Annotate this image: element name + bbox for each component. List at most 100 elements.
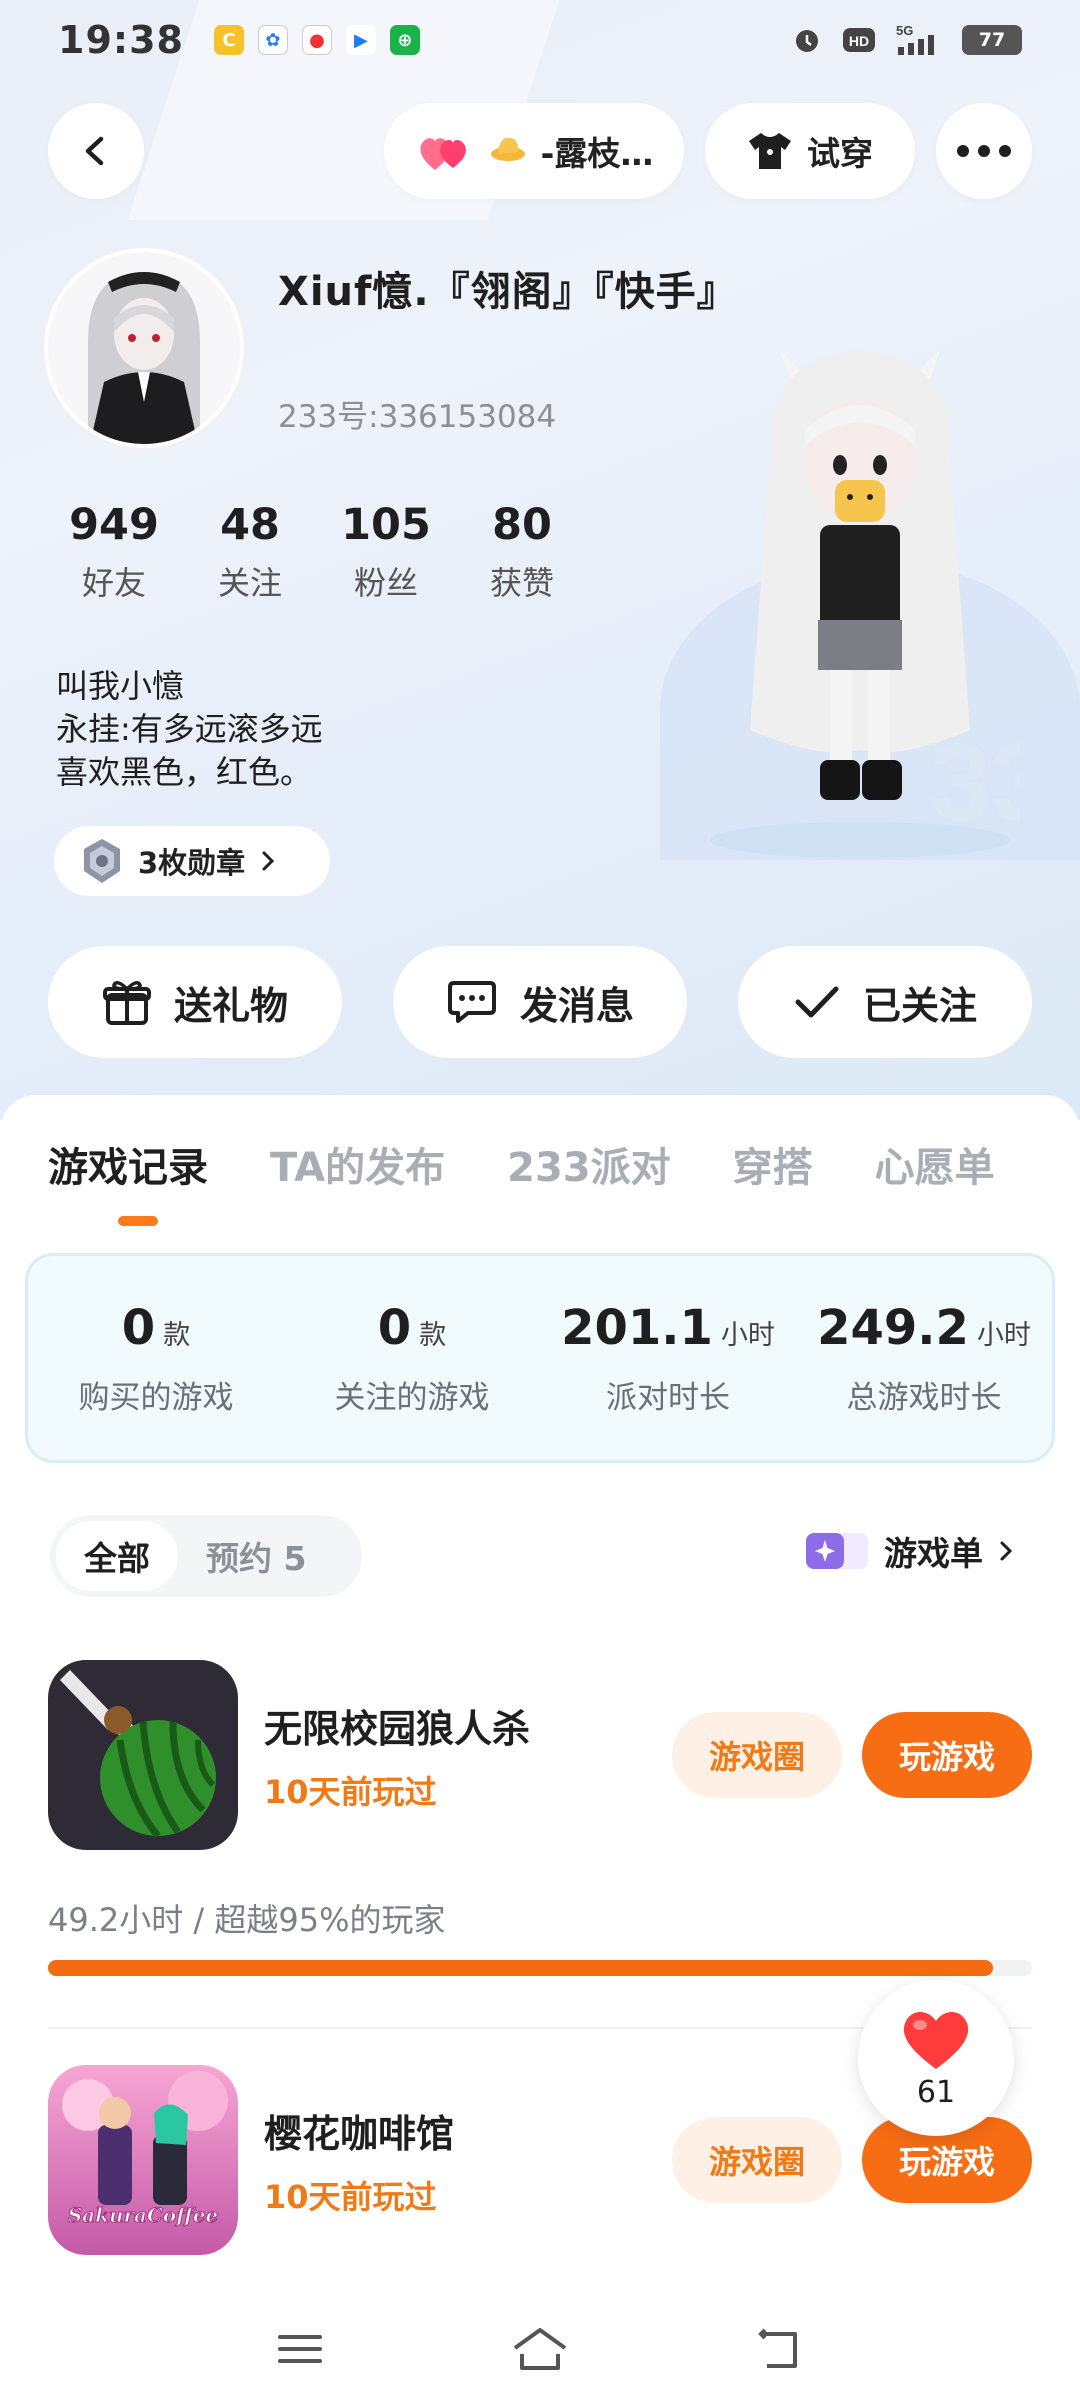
- badges-button[interactable]: 3枚勋章: [54, 826, 330, 896]
- game-last-played: 10天前玩过: [264, 2178, 437, 2216]
- app-notification-icon: ▶: [345, 25, 376, 55]
- try-on-label: 试穿: [807, 134, 873, 173]
- stat-friends[interactable]: 949 好友: [46, 500, 182, 604]
- game-circle-button[interactable]: 游戏圈: [672, 2117, 842, 2203]
- app-notification-icon: ●: [301, 25, 332, 55]
- stat-value: 48: [220, 500, 280, 550]
- app-notification-icon: ✿: [257, 25, 288, 55]
- double-heart-icon: [420, 138, 466, 170]
- tab-posts[interactable]: TA的发布: [270, 1135, 445, 1193]
- bio-line: 叫我小憶: [56, 667, 185, 705]
- stat-fans[interactable]: 105 粉丝: [318, 500, 454, 604]
- summary-value: 201.1: [561, 1299, 713, 1356]
- game-list-icon: [806, 1533, 868, 1569]
- send-gift-label: 送礼物: [173, 983, 288, 1028]
- game-name: 无限校园狼人杀: [264, 1707, 531, 1751]
- home-nav-button[interactable]: [508, 2317, 572, 2381]
- check-icon: [795, 986, 839, 1018]
- back-button[interactable]: [48, 103, 144, 199]
- back-arrow-icon: [758, 2328, 797, 2368]
- summary-value: 0: [377, 1299, 412, 1356]
- summary-unit: 小时: [976, 1319, 1031, 1351]
- summary-unit: 款: [163, 1319, 191, 1351]
- battery-indicator: 77: [962, 25, 1022, 55]
- filter-reserved[interactable]: 预约 5: [178, 1521, 334, 1591]
- nickname: Xiuf憶.『翎阁』『快手』: [278, 269, 738, 315]
- send-message-button[interactable]: 发消息: [393, 946, 687, 1058]
- tab-game-records[interactable]: 游戏记录: [48, 1135, 208, 1193]
- game-playtime-summary: 49.2小时 / 超越95%的玩家: [48, 1901, 446, 1939]
- chevron-right-icon: [262, 851, 275, 871]
- summary-party-time[interactable]: 201.1 小时 派对时长: [540, 1256, 796, 1460]
- send-gift-button[interactable]: 送礼物: [48, 946, 342, 1058]
- stat-value: 105: [341, 500, 431, 550]
- system-navigation-bar: [0, 2290, 1080, 2408]
- followed-label: 已关注: [862, 983, 977, 1028]
- playtime-progress-bar: [48, 1960, 1032, 1976]
- character-avatar-3d[interactable]: 33: [700, 340, 1052, 860]
- filter-all[interactable]: 全部: [56, 1521, 178, 1591]
- summary-label: 关注的游戏: [334, 1379, 490, 1416]
- stat-label: 粉丝: [353, 564, 418, 602]
- summary-unit: 款: [419, 1319, 447, 1351]
- status-bar: 19:38 C ✿ ● ▶ ⊕ HD 5G 77: [0, 0, 1080, 80]
- couple-tag-label: -露枝…: [540, 134, 654, 173]
- game-name: 樱花咖啡馆: [264, 2112, 455, 2156]
- tab-party[interactable]: 233派对: [507, 1135, 671, 1193]
- svg-text:HD: HD: [849, 33, 869, 49]
- app-notification-icon: C: [213, 25, 244, 55]
- game-item[interactable]: 无限校园狼人杀 10天前玩过 游戏圈 玩游戏: [48, 1660, 1038, 1850]
- game-icon-text: SakuraCoffee: [67, 2203, 219, 2228]
- alarm-icon: [790, 23, 824, 57]
- game-list-link[interactable]: 游戏单: [804, 1527, 1015, 1575]
- stat-value: 80: [492, 500, 552, 550]
- more-options-button[interactable]: [936, 103, 1032, 199]
- tshirt-icon: [749, 133, 791, 169]
- game-circle-button[interactable]: 游戏圈: [672, 1712, 842, 1798]
- message-icon: [447, 981, 496, 1023]
- couple-tag-button[interactable]: -露枝…: [384, 103, 684, 199]
- avatar[interactable]: [44, 248, 244, 448]
- chevron-right-icon: [1000, 1541, 1013, 1561]
- status-time: 19:38: [58, 18, 184, 62]
- tab-wishlist[interactable]: 心愿单: [875, 1135, 995, 1193]
- profile-stats: 949 好友 48 关注 105 粉丝 80 获赞: [46, 500, 590, 604]
- user-id: 233号:336153084: [278, 399, 557, 435]
- svg-text:5G: 5G: [896, 23, 913, 38]
- game-last-played: 10天前玩过: [264, 1773, 437, 1811]
- summary-total-time[interactable]: 249.2 小时 总游戏时长: [796, 1256, 1052, 1460]
- followed-button[interactable]: 已关注: [738, 946, 1032, 1058]
- active-tab-indicator: [118, 1216, 158, 1226]
- medal-icon: [84, 839, 120, 883]
- tab-outfits[interactable]: 穿搭: [733, 1135, 813, 1193]
- avatar-image: [48, 252, 240, 444]
- app-notification-icon: ⊕: [389, 25, 420, 55]
- stat-value: 949: [69, 500, 159, 550]
- hat-icon: [489, 130, 527, 172]
- summary-purchased[interactable]: 0款 购买的游戏: [28, 1256, 284, 1460]
- game-icon: [48, 1660, 238, 1850]
- menu-nav-button[interactable]: [268, 2317, 332, 2381]
- back-nav-button[interactable]: [748, 2317, 812, 2381]
- try-on-button[interactable]: 试穿: [705, 103, 915, 199]
- bio-line: 永挂:有多远滚多远: [56, 710, 323, 748]
- menu-icon: [278, 2335, 322, 2363]
- stat-likes[interactable]: 80 获赞: [454, 500, 590, 604]
- summary-label: 派对时长: [606, 1379, 730, 1416]
- hd-icon: HD: [842, 23, 876, 57]
- game-icon: SakuraCoffee: [48, 2065, 238, 2255]
- notification-icons: C ✿ ● ▶ ⊕: [213, 25, 420, 55]
- stat-following[interactable]: 48 关注: [182, 500, 318, 604]
- more-dots-icon: [957, 145, 1011, 157]
- like-button[interactable]: 61: [858, 1980, 1014, 2136]
- bio-line: 喜欢黑色，红色。: [56, 753, 313, 791]
- play-game-button[interactable]: 玩游戏: [862, 1712, 1032, 1798]
- heart-icon: [903, 2011, 969, 2069]
- summary-followed-games[interactable]: 0款 关注的游戏: [284, 1256, 540, 1460]
- home-icon: [513, 2328, 567, 2370]
- summary-value: 249.2: [817, 1299, 969, 1356]
- badges-label: 3枚勋章: [138, 846, 246, 880]
- stat-label: 获赞: [489, 564, 554, 602]
- gift-icon: [102, 981, 151, 1025]
- chevron-left-icon: [85, 136, 104, 166]
